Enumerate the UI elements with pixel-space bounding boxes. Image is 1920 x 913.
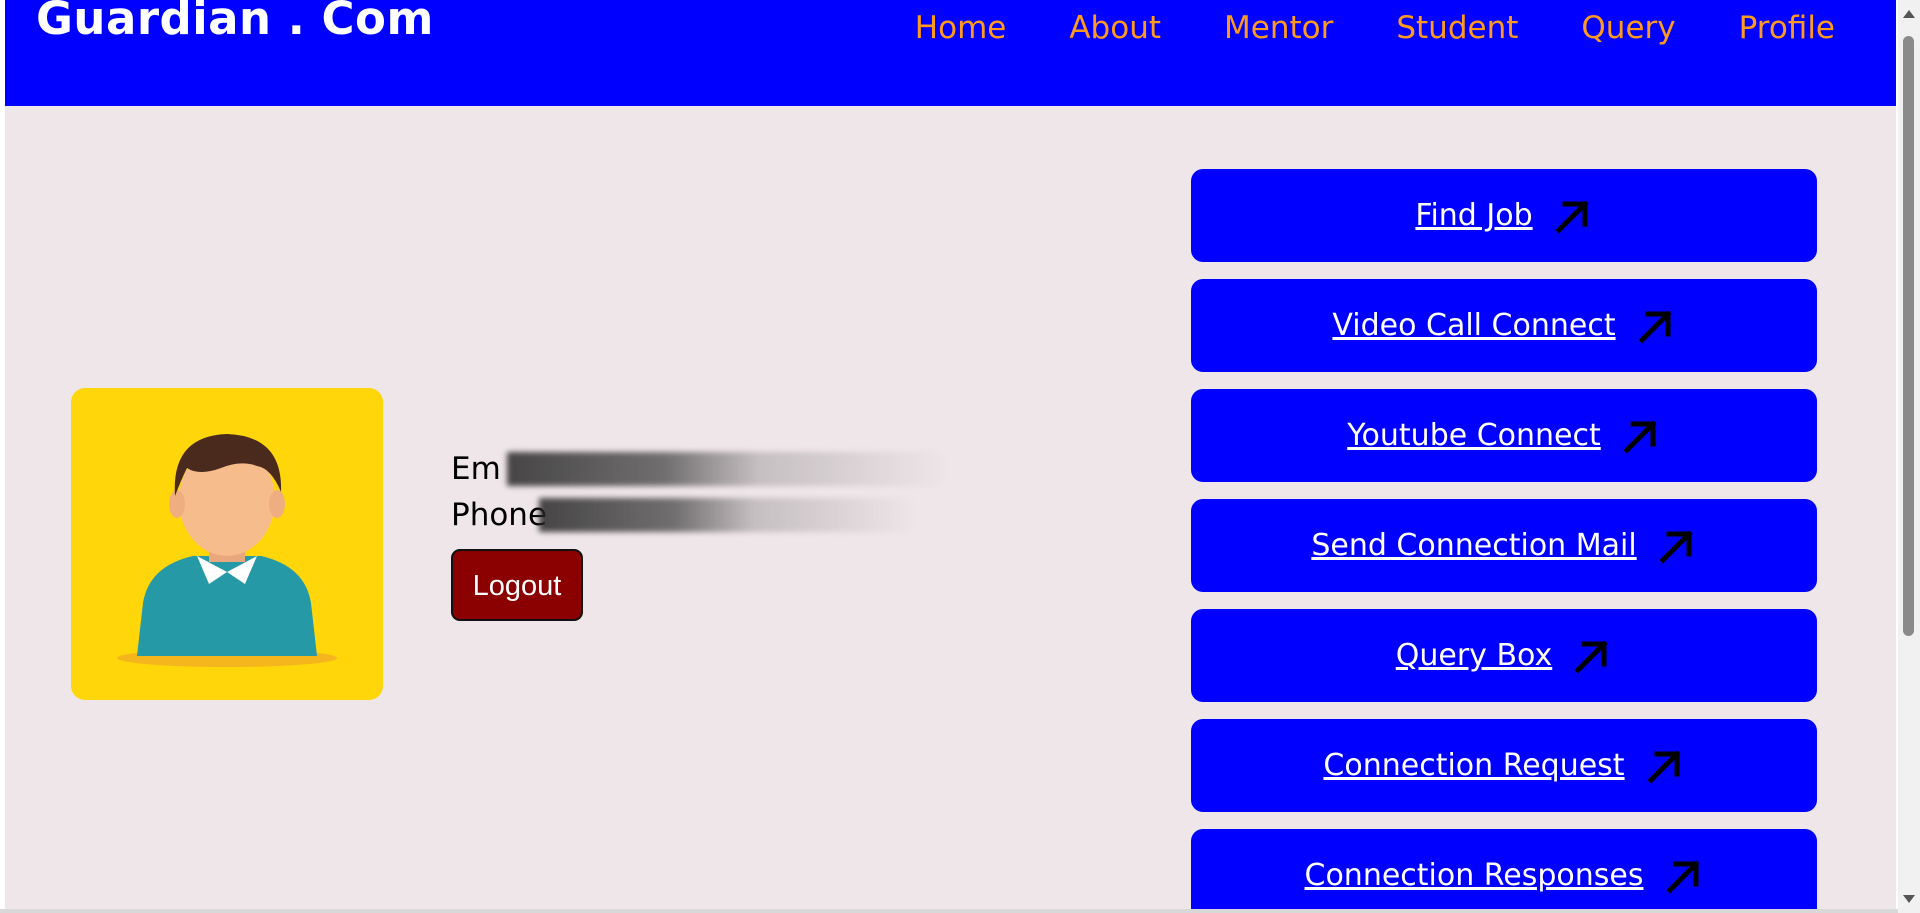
arrow-up-right-icon bbox=[1665, 859, 1700, 894]
phone-label: Phone bbox=[451, 497, 548, 533]
nav-link-query[interactable]: Query bbox=[1581, 8, 1675, 48]
avatar bbox=[71, 388, 383, 700]
phone-line: Phone bbox=[451, 492, 1079, 538]
action-label: Send Connection Mail bbox=[1311, 528, 1637, 563]
query-box-button[interactable]: Query Box bbox=[1191, 609, 1817, 702]
arrow-up-right-icon bbox=[1574, 639, 1608, 674]
email-line: Em bbox=[451, 446, 1137, 492]
connection-responses-button[interactable]: Connection Responses bbox=[1191, 829, 1817, 913]
nav-link-student[interactable]: Student bbox=[1396, 8, 1518, 48]
arrow-up-right-icon bbox=[1647, 749, 1681, 784]
email-label: Em bbox=[451, 451, 501, 487]
arrow-up-right-icon bbox=[1638, 309, 1672, 344]
nav-link-profile[interactable]: Profile bbox=[1739, 8, 1835, 48]
action-label: Find Job bbox=[1415, 198, 1533, 233]
navbar: Guardian . Com Home About Mentor Student… bbox=[5, 0, 1896, 106]
action-label: Video Call Connect bbox=[1332, 308, 1616, 343]
action-label: Youtube Connect bbox=[1347, 418, 1601, 453]
video-call-connect-button[interactable]: Video Call Connect bbox=[1191, 279, 1817, 372]
arrow-up-right-icon bbox=[1659, 529, 1693, 564]
action-label: Query Box bbox=[1395, 638, 1553, 673]
phone-redacted bbox=[539, 498, 1079, 532]
scroll-up-arrow-icon[interactable] bbox=[1903, 10, 1915, 18]
email-redacted bbox=[507, 452, 1137, 486]
browser-viewport: Guardian . Com Home About Mentor Student… bbox=[0, 0, 1920, 913]
action-label: Connection Responses bbox=[1304, 858, 1644, 893]
find-job-button[interactable]: Find Job bbox=[1191, 169, 1817, 262]
scroll-thumb[interactable] bbox=[1903, 36, 1914, 636]
youtube-connect-button[interactable]: Youtube Connect bbox=[1191, 389, 1817, 482]
brand-logo[interactable]: Guardian . Com bbox=[36, 0, 434, 42]
send-connection-mail-button[interactable]: Send Connection Mail bbox=[1191, 499, 1817, 592]
nav-link-mentor[interactable]: Mentor bbox=[1224, 8, 1333, 48]
profile-info: Em Phone Logout bbox=[451, 446, 1137, 621]
logout-button[interactable]: Logout bbox=[451, 549, 583, 621]
scroll-down-arrow-icon[interactable] bbox=[1903, 895, 1915, 903]
user-avatar-icon bbox=[117, 434, 337, 667]
vertical-scrollbar[interactable] bbox=[1898, 0, 1920, 913]
connection-request-button[interactable]: Connection Request bbox=[1191, 719, 1817, 812]
nav-link-home[interactable]: Home bbox=[915, 8, 1007, 48]
nav-link-about[interactable]: About bbox=[1069, 8, 1161, 48]
action-label: Connection Request bbox=[1323, 748, 1625, 783]
arrow-up-right-icon bbox=[1555, 199, 1589, 234]
action-list: Find Job Video Call Connect Youtube Conn… bbox=[1191, 169, 1817, 913]
arrow-up-right-icon bbox=[1623, 419, 1657, 454]
horizontal-scroll-edge bbox=[0, 909, 1898, 913]
nav-links: Home About Mentor Student Query Profile bbox=[852, 8, 1835, 48]
page: Guardian . Com Home About Mentor Student… bbox=[5, 0, 1896, 913]
